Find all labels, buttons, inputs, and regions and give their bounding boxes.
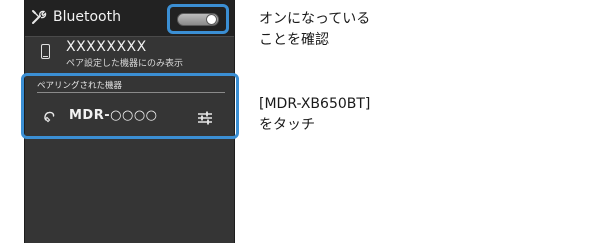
toggle-annotation-line1: オンになっている bbox=[259, 11, 371, 27]
section-divider bbox=[37, 92, 225, 93]
title-bar: Bluetooth bbox=[25, 0, 234, 37]
bluetooth-toggle[interactable] bbox=[177, 13, 219, 26]
toggle-annotation: オンになっている ことを確認 bbox=[259, 9, 370, 51]
paired-devices-header: ペアリングされた機器 bbox=[37, 81, 123, 91]
bluetooth-toggle-highlight bbox=[167, 4, 229, 34]
screen-title: Bluetooth bbox=[53, 9, 121, 25]
phone-screen: Bluetooth XXXXXXXX ペア設定した機器にのみ表示 ペアリングされ… bbox=[21, 0, 239, 243]
toggle-annotation-line2: ことを確認 bbox=[259, 32, 329, 48]
wrench-icon bbox=[32, 10, 47, 24]
settings-sliders-icon[interactable] bbox=[197, 110, 213, 126]
headphone-icon bbox=[44, 111, 55, 123]
device-visibility-note: ペア設定した機器にのみ表示 bbox=[66, 59, 184, 69]
toggle-knob bbox=[206, 14, 217, 25]
paired-device-prefix: MDR- bbox=[69, 108, 111, 123]
device-annotation: [MDR-XB650BT] をタッチ bbox=[259, 94, 370, 136]
paired-device-suffix: ○○○○ bbox=[110, 108, 158, 123]
smartphone-icon bbox=[41, 44, 50, 59]
paired-device-item[interactable]: MDR-○○○○ bbox=[69, 108, 158, 123]
device-annotation-line1: [MDR-XB650BT] bbox=[259, 96, 371, 112]
device-name: XXXXXXXX bbox=[66, 39, 147, 55]
device-annotation-line2: をタッチ bbox=[259, 117, 315, 133]
this-device-row: XXXXXXXX ペア設定した機器にのみ表示 bbox=[25, 38, 234, 70]
